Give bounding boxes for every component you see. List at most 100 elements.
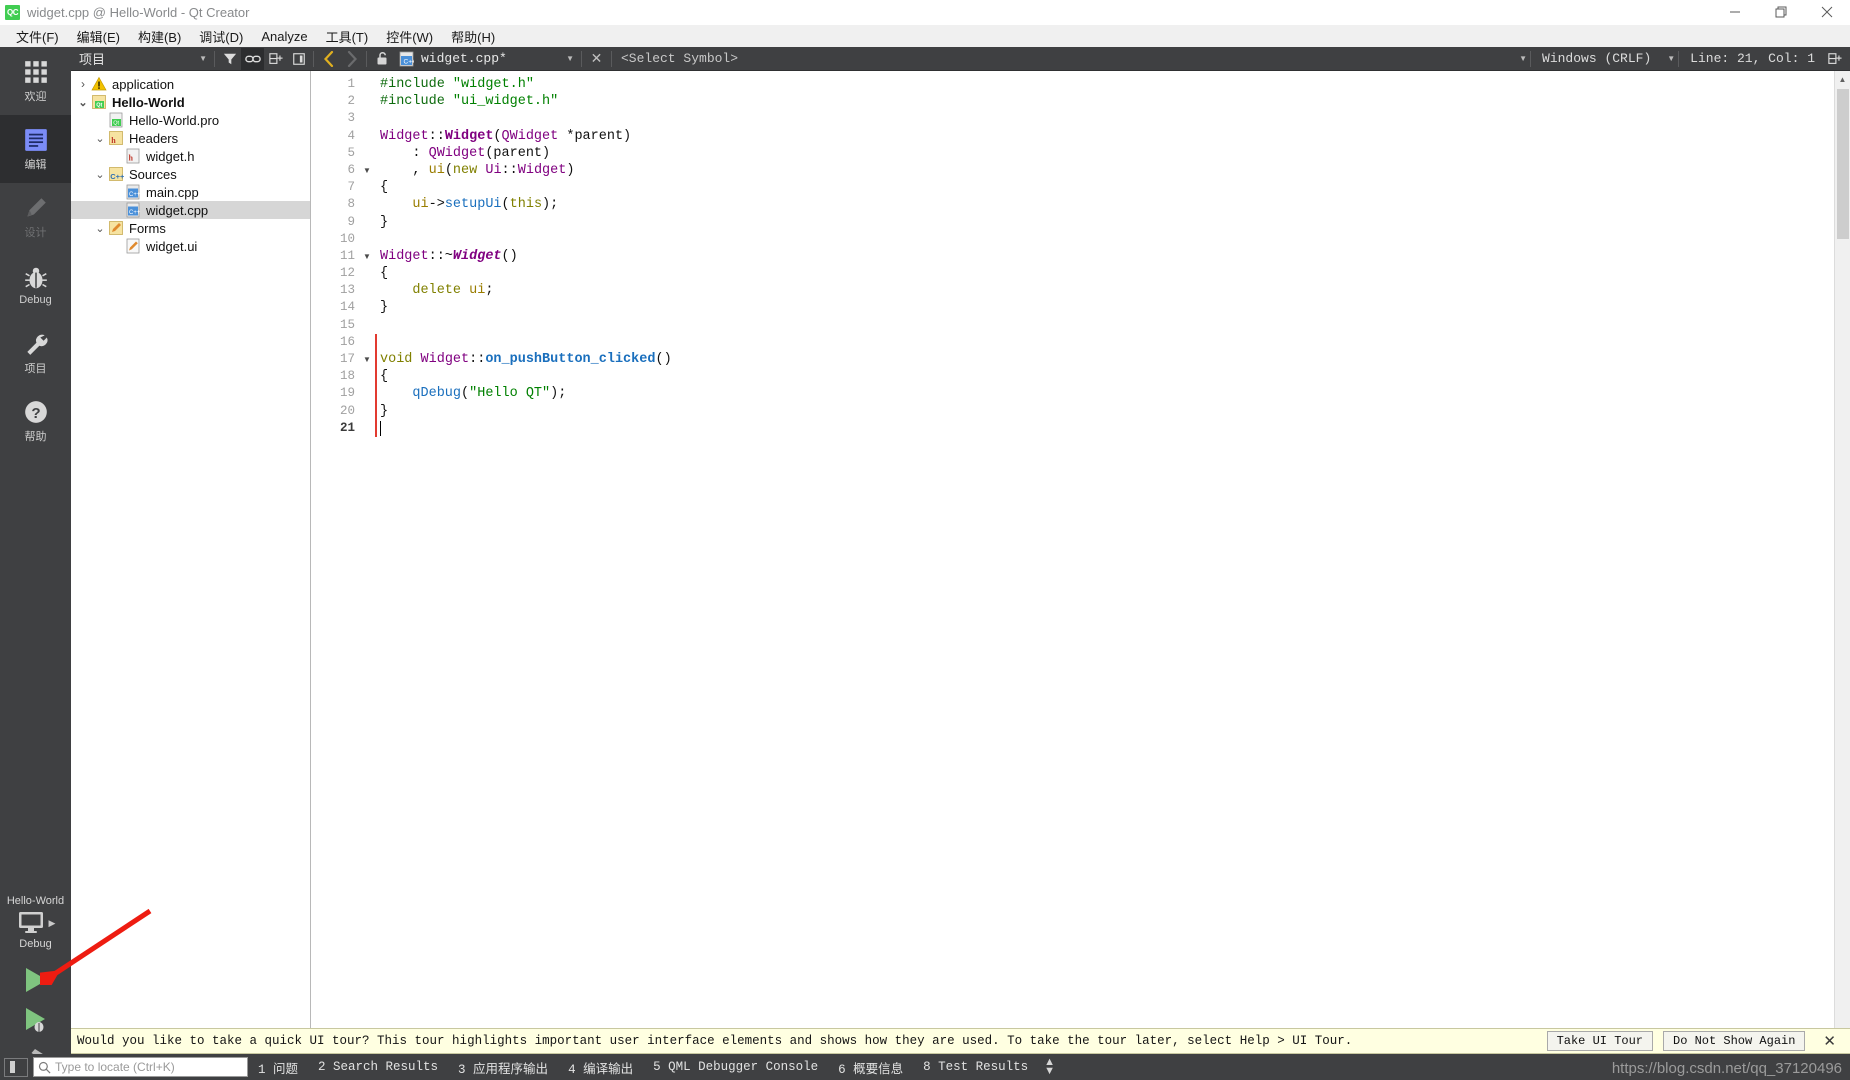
line-number: 20 [339,403,355,418]
chevron-down-icon[interactable]: ⌄ [92,132,108,145]
tree-item-widget-cpp[interactable]: C++ widget.cpp [71,201,310,219]
sources-folder-icon: C++ [108,166,125,182]
tree-item-hello-world-pro[interactable]: Qt Hello-World.pro [71,111,310,129]
code-token: ); [550,386,567,402]
close-document-icon[interactable]: ✕ [585,48,608,70]
split-add-icon[interactable] [264,48,287,70]
chevron-down-icon[interactable]: ▼ [1511,54,1527,63]
restore-icon[interactable] [1758,0,1804,25]
close-icon[interactable] [1804,0,1850,25]
take-ui-tour-button[interactable]: Take UI Tour [1546,1031,1653,1051]
run-play-icon [25,968,47,992]
do-not-show-again-button[interactable]: Do Not Show Again [1663,1031,1806,1051]
mode-projects[interactable]: 项目 [0,319,71,387]
code-line: qDebug("Hello QT"); [380,385,1834,402]
filter-icon[interactable] [218,48,241,70]
line-number: 1 [347,77,355,91]
mode-design[interactable]: 设计 [0,183,71,251]
menu-tools[interactable]: 工具(T) [317,25,378,48]
tree-item-label: Sources [129,166,177,182]
mode-welcome[interactable]: 欢迎 [0,47,71,115]
line-number: 9 [347,214,355,229]
output-pane-app-output[interactable]: 3 应用程序输出 [448,1058,558,1077]
toggle-sidebar-icon[interactable] [4,1057,28,1077]
fold-marker-column[interactable]: ▼ ▼ ▼ [360,71,374,1028]
menu-help[interactable]: 帮助(H) [442,25,504,48]
link-sync-icon[interactable] [241,47,264,70]
kit-selector[interactable]: ▶ [16,910,55,936]
output-pane-qml-debugger[interactable]: 5 QML Debugger Console [643,1060,828,1074]
mode-debug[interactable]: Debug [0,251,71,319]
menu-file[interactable]: 文件(F) [7,25,68,48]
locator-input[interactable]: Type to locate (Ctrl+K) [33,1057,248,1077]
minimize-icon[interactable] [1712,0,1758,25]
navigate-back-icon[interactable] [317,48,340,70]
code-token: #include [380,94,453,110]
tree-item-forms[interactable]: ⌄ Forms [71,219,310,237]
code-token: : [380,145,429,161]
mode-help[interactable]: ? 帮助 [0,387,71,455]
navigate-forward-icon[interactable] [340,48,363,70]
line-number: 14 [339,300,355,315]
fold-toggle-icon[interactable]: ▼ [360,248,374,265]
collapse-sidebar-icon[interactable] [287,48,310,70]
fold-toggle-icon[interactable]: ▼ [360,351,374,368]
code-content[interactable]: #include "widget.h" #include "ui_widget.h… [380,71,1834,1028]
tree-item-widget-ui[interactable]: widget.ui [71,237,310,255]
menu-edit[interactable]: 编辑(E) [68,25,129,48]
tree-item-label: Hello-World.pro [129,112,220,128]
symbol-selector[interactable]: <Select Symbol> [615,51,738,66]
divider [313,50,314,67]
tree-item-headers[interactable]: ⌄ h Headers [71,129,310,147]
mode-edit[interactable]: 编辑 [0,115,71,183]
menu-build[interactable]: 构建(B) [129,25,190,48]
output-pane-test-results[interactable]: 8 Test Results [913,1060,1038,1074]
banner-actions: Take UI Tour Do Not Show Again ✕ [1546,1031,1844,1051]
output-pane-overview[interactable]: 6 概要信息 [828,1058,913,1077]
tree-item-application[interactable]: › application [71,75,310,93]
line-ending-selector[interactable]: Windows (CRLF) [1534,51,1659,66]
tree-item-main-cpp[interactable]: C++ main.cpp [71,183,310,201]
svg-text:Qt: Qt [96,103,102,109]
editor-vertical-scrollbar[interactable]: ▲ [1834,71,1850,1028]
scrollbar-thumb[interactable] [1837,89,1849,239]
window-title: widget.cpp @ Hello-World - Qt Creator [27,4,250,20]
tree-item-sources[interactable]: ⌄ C++ Sources [71,165,310,183]
output-pane-search-results[interactable]: 2 Search Results [308,1060,448,1074]
scroll-up-icon[interactable]: ▲ [1835,71,1850,87]
output-pane-resize-icon[interactable]: ▲ ▼ [1038,1057,1061,1077]
chevron-down-icon[interactable]: ▼ [1659,54,1675,63]
output-pane-compile-output[interactable]: 4 编译输出 [558,1058,643,1077]
close-banner-icon[interactable]: ✕ [1815,1032,1844,1050]
pencil-icon [26,197,46,217]
unlock-icon[interactable] [370,48,393,70]
code-token: "widget.h" [452,77,534,92]
chevron-down-icon[interactable]: ⌄ [92,168,108,181]
menu-analyze[interactable]: Analyze [252,27,316,46]
run-button[interactable] [14,960,58,1000]
code-token: ::~ [428,248,453,264]
sidebar-view-selector[interactable]: 项目 ▼ [71,47,211,71]
chevron-right-icon[interactable]: › [75,77,91,91]
bug-icon [24,267,47,288]
start-debugging-button[interactable] [14,1000,58,1040]
code-line: , ui(new Ui::Widget) [380,162,1834,179]
tree-item-widget-h[interactable]: h widget.h [71,147,310,165]
chevron-down-icon[interactable]: ⌄ [75,96,91,109]
menu-window[interactable]: 控件(W) [377,25,442,48]
chevron-down-icon[interactable]: ⌄ [92,222,108,235]
open-file-selector[interactable]: C++ widget.cpp* ▼ [393,47,578,71]
output-pane-issues[interactable]: 1 问题 [248,1058,308,1077]
code-line: } [380,403,1834,420]
code-token: :: [501,162,518,178]
menu-debug[interactable]: 调试(D) [190,25,252,48]
fold-toggle-icon[interactable]: ▼ [360,162,374,179]
split-editor-icon[interactable] [1823,48,1846,70]
line-number: 2 [347,94,355,109]
project-tree-panel[interactable]: › application ⌄ Qt Hello-World Qt Hello-World.… [71,71,311,1028]
code-editor[interactable]: 1 2 3 4 5 6 7 8 9 10 11 12 13 14 15 16 17 18 19 20 21 ▼ ▼ ▼ #i… [312,71,1834,1028]
tree-item-hello-world[interactable]: ⌄ Qt Hello-World [71,93,310,111]
edit-lines-icon [24,128,47,151]
